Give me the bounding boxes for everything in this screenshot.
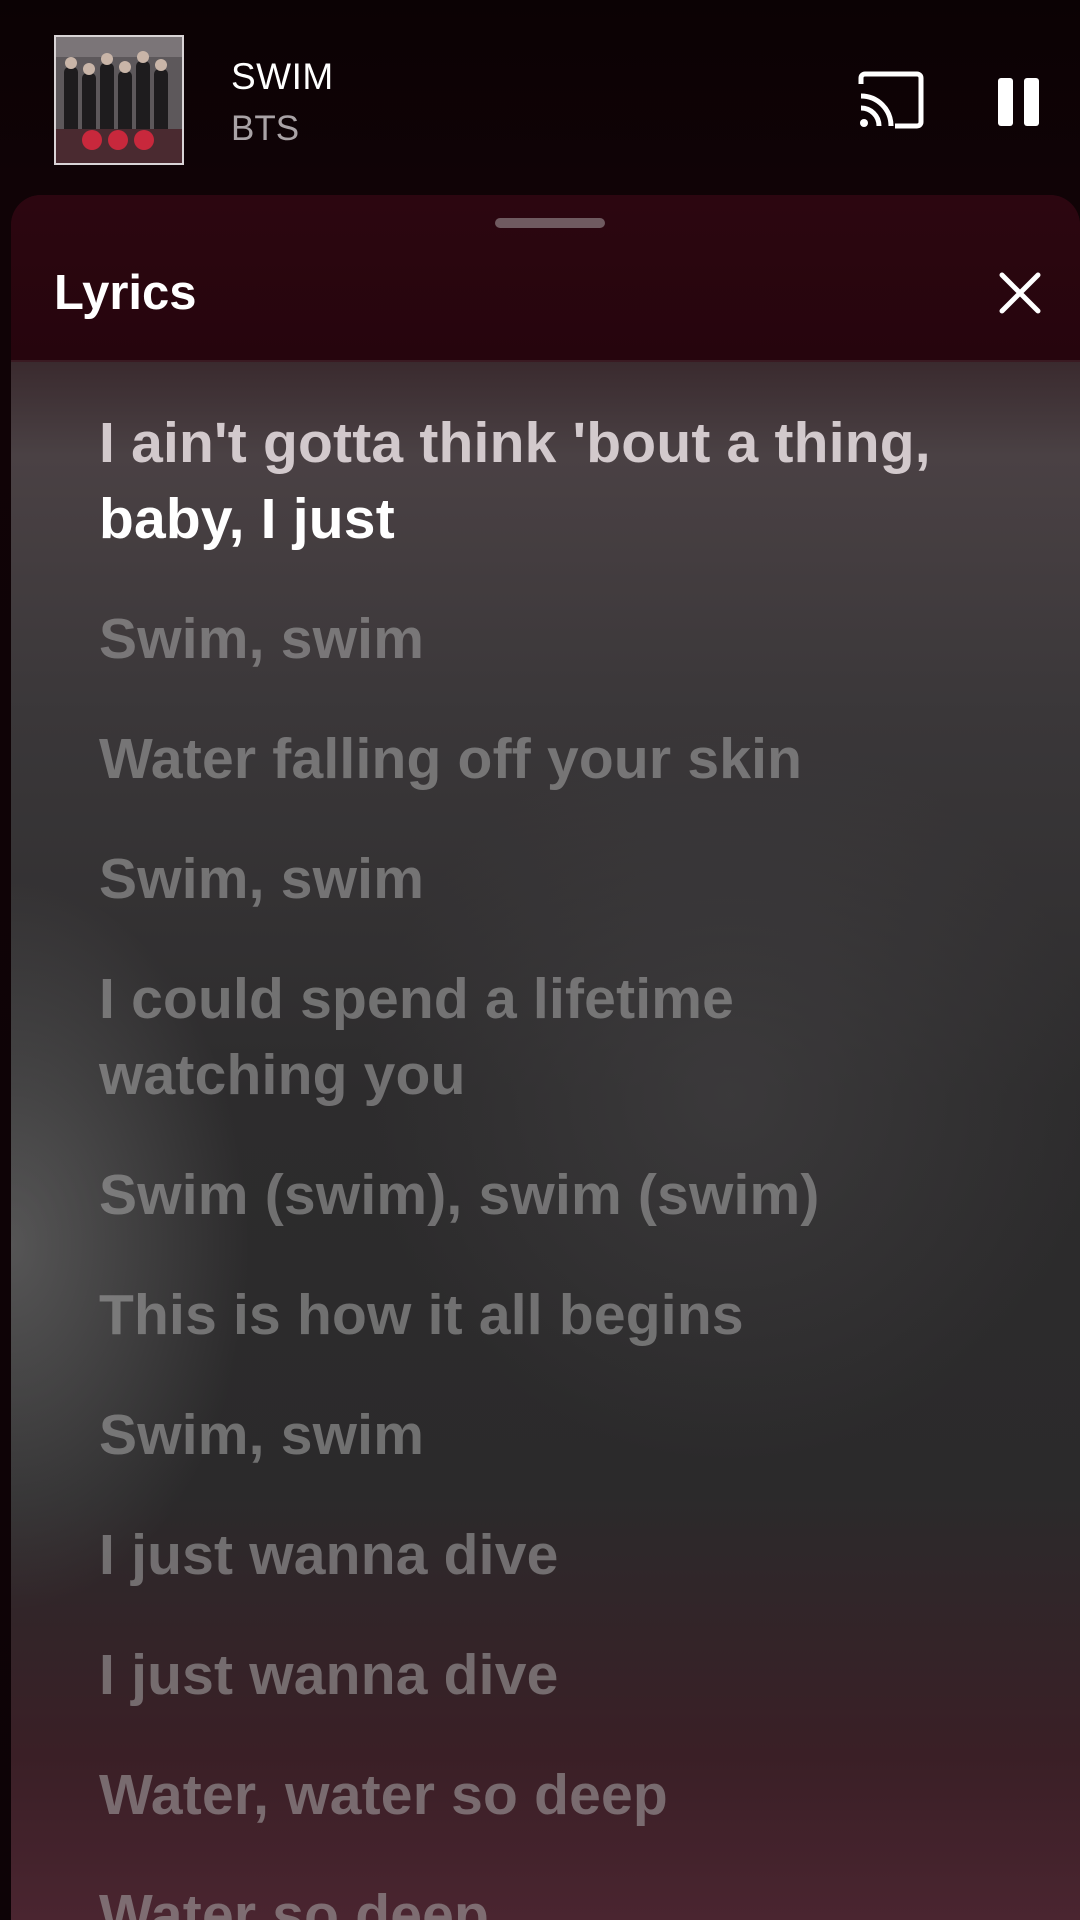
now-playing-screen: SWIM BTS Lyrics I ain't gotta think 'bou… <box>0 0 1080 1920</box>
cast-button[interactable] <box>855 70 927 130</box>
lyric-line[interactable]: Swim (swim), swim (swim) <box>99 1157 999 1233</box>
pause-button[interactable] <box>990 70 1050 130</box>
lyric-line[interactable]: I could spend a lifetime watching you <box>99 961 859 1113</box>
lyrics-title: Lyrics <box>54 266 197 320</box>
lyric-line[interactable]: Water so deep <box>99 1877 999 1920</box>
lyric-line[interactable]: I just wanna dive <box>99 1637 999 1713</box>
close-button[interactable] <box>996 269 1044 317</box>
mini-player[interactable]: SWIM BTS <box>0 0 1080 195</box>
lyrics-sheet-header: Lyrics <box>11 195 1080 362</box>
cast-icon <box>858 71 924 129</box>
lyric-sung-part: I ain't gotta think 'bout a thing, <box>99 411 931 475</box>
track-title[interactable]: SWIM <box>231 56 334 98</box>
lyric-line[interactable]: Swim, swim <box>99 601 999 677</box>
lyric-line[interactable]: I just wanna dive <box>99 1517 999 1593</box>
lyric-line[interactable]: Water, water so deep <box>99 1757 999 1833</box>
lyrics-sheet: Lyrics I ain't gotta think 'bout a thing… <box>11 195 1080 1920</box>
lyric-line[interactable]: This is how it all begins <box>99 1277 999 1353</box>
lyrics-list[interactable]: I ain't gotta think 'bout a thing, baby,… <box>99 405 999 1920</box>
album-cover-art[interactable] <box>54 35 184 165</box>
pause-icon <box>998 78 1039 126</box>
lyric-line[interactable]: Swim, swim <box>99 1397 999 1473</box>
lyric-active-part: baby, I just <box>99 487 395 551</box>
close-icon <box>999 272 1041 314</box>
lyric-line-current[interactable]: I ain't gotta think 'bout a thing, baby,… <box>99 405 999 557</box>
drag-handle[interactable] <box>495 218 605 228</box>
track-artist[interactable]: BTS <box>231 109 299 149</box>
lyric-line[interactable]: Swim, swim <box>99 841 999 917</box>
lyric-line[interactable]: Water falling off your skin <box>99 721 999 797</box>
